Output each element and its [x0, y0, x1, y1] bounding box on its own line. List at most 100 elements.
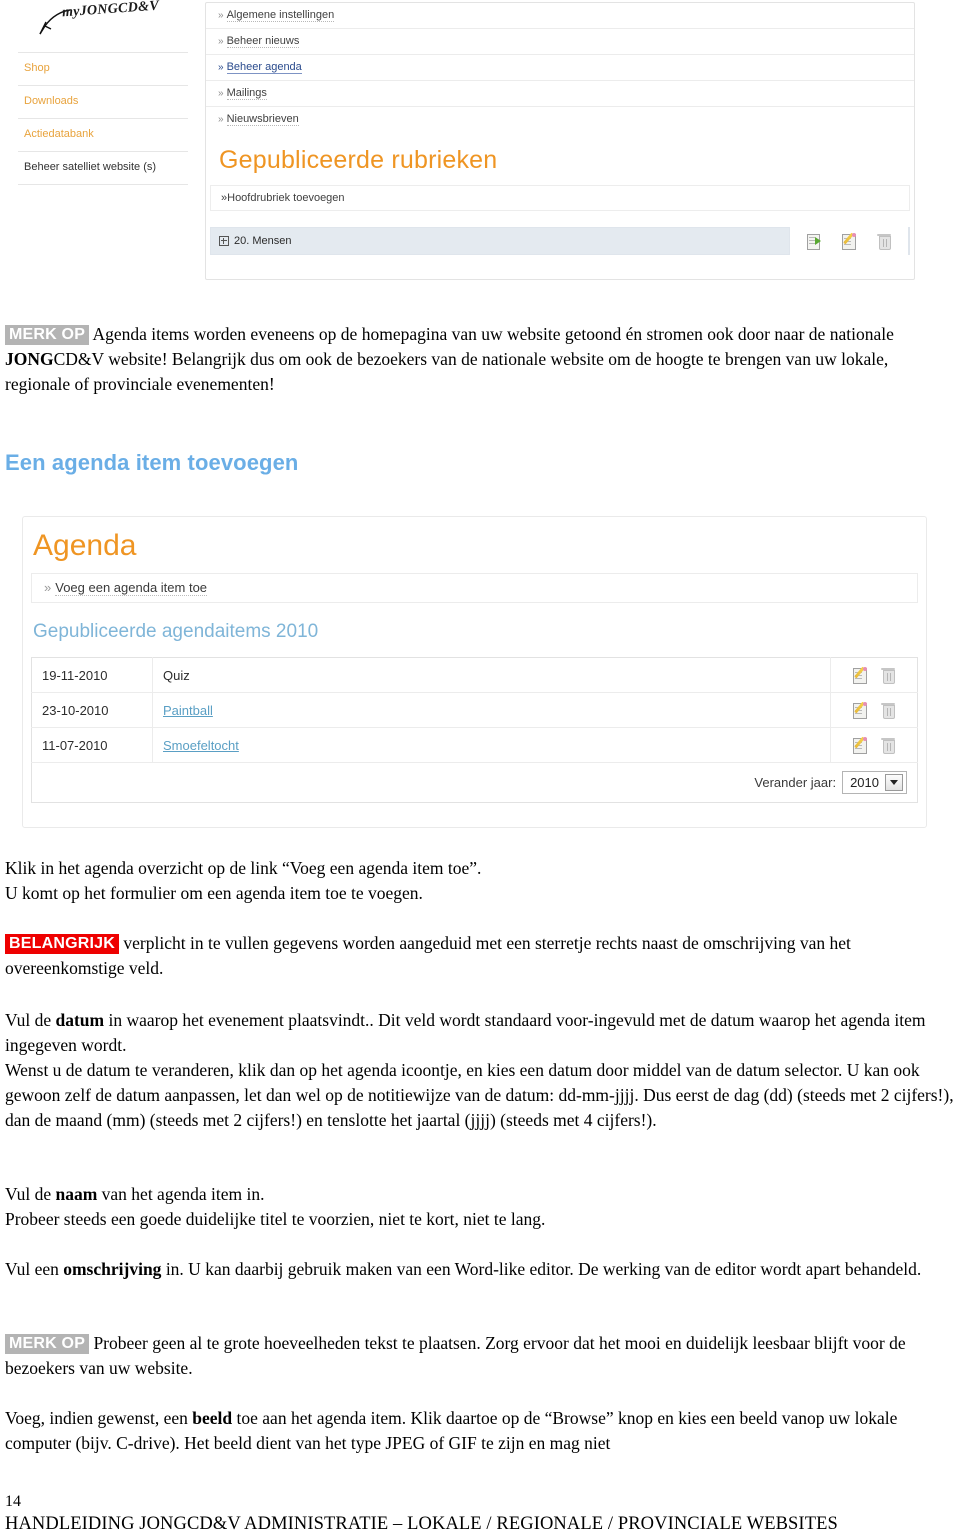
agenda-row-name[interactable]: Paintball [152, 692, 831, 728]
paragraph-datum-line-2: Wenst u de datum te veranderen, klik dan… [5, 1060, 954, 1130]
note-belangrijk: BELANGRIJK verplicht in te vullen gegeve… [5, 931, 955, 981]
chevron-icon: » [44, 580, 52, 595]
cms-sidebar: myJONGCD&V Shop Downloads Actiedatabank … [18, 0, 188, 250]
paragraph-beeld: Voeg, indien gewenst, een beeld toe aan … [5, 1406, 955, 1456]
footer-doc-title: HANDLEIDING JONGCD&V ADMINISTRATIE – LOK… [5, 1514, 838, 1534]
paragraph-naam-line-2: Probeer steeds een goede duidelijke tite… [5, 1209, 546, 1229]
sidebar-item-label: Downloads [24, 94, 79, 107]
status-badge-merk-op: MERK OP [5, 1334, 90, 1354]
status-badge-belangrijk: BELANGRIJK [5, 934, 120, 954]
paragraph-naam-bold: naam [55, 1184, 98, 1204]
sidebar-item-actiedatabank[interactable]: Actiedatabank [18, 117, 188, 151]
sidebar-item-label: Beheer satelliet website (s) [24, 160, 157, 173]
year-selector: Verander jaar: 2010 [42, 771, 907, 794]
paragraph-omschrijving-pre: Vul een [5, 1259, 64, 1279]
chevron-icon: » [218, 114, 224, 125]
sidebar-item-downloads[interactable]: Downloads [18, 84, 188, 118]
logo-text: myJONGCD&V [61, 0, 160, 21]
note-belangrijk-text: verplicht in te vullen gegevens worden a… [5, 933, 851, 978]
expand-plus-icon[interactable] [219, 236, 229, 247]
nav-item-algemene-instellingen[interactable]: » Algemene instellingen [206, 3, 914, 29]
nav-item-label: Nieuwsbrieven [226, 113, 299, 126]
cms-screenshot-top: myJONGCD&V Shop Downloads Actiedatabank … [0, 0, 960, 290]
paragraph-naam: Vul de naam van het agenda item in. Prob… [5, 1182, 955, 1232]
paragraph-omschrijving-bold: omschrijving [63, 1259, 162, 1279]
paragraph-beeld-bold: beeld [192, 1408, 233, 1428]
paragraph-klik-line-2: U komt op het formulier om een agenda it… [5, 883, 423, 903]
note-bottom-text: Probeer geen al te grote hoeveelheden te… [5, 1333, 906, 1378]
nav-item-mailings[interactable]: » Mailings [206, 81, 914, 107]
paragraph-klik-line-1: Klik in het agenda overzicht op de link … [5, 858, 482, 878]
paragraph-datum-post: in waarop het evenement plaatsvindt.. Di… [5, 1010, 926, 1055]
nav-item-label: Algemene instellingen [226, 9, 335, 22]
year-dropdown-value: 2010 [850, 775, 879, 790]
nav-item-beheer-agenda[interactable]: » Beheer agenda [206, 55, 914, 81]
rubriek-row-label: 20. Mensen [234, 235, 292, 247]
edit-icon[interactable] [852, 666, 868, 685]
paragraph-datum-pre: Vul de [5, 1010, 56, 1030]
agenda-subtitle: Gepubliceerde agendaitems 2010 [33, 621, 319, 642]
delete-icon[interactable] [881, 737, 896, 755]
agenda-row-name-link[interactable]: Smoefeltocht [163, 738, 239, 753]
delete-icon[interactable] [881, 702, 896, 720]
agenda-row-name[interactable]: Quiz [152, 657, 831, 693]
table-row[interactable]: 19-11-2010 Quiz [31, 657, 918, 693]
paragraph-naam-pre: Vul de [5, 1184, 56, 1204]
paragraph-datum-bold: datum [55, 1010, 105, 1030]
paragraph-omschrijving: Vul een omschrijving in. U kan daarbij g… [5, 1257, 955, 1282]
sidebar-item-shop[interactable]: Shop [18, 52, 188, 85]
page-footer: 14 HANDLEIDING JONGCD&V ADMINISTRATIE – … [5, 1491, 955, 1536]
delete-icon[interactable] [877, 233, 891, 250]
delete-icon[interactable] [881, 667, 896, 685]
edit-icon[interactable] [852, 701, 868, 720]
table-row[interactable]: 23-10-2010 Paintball [31, 692, 918, 728]
note-text-part-2: CD&V website! Belangrijk dus om ook de b… [5, 349, 889, 394]
publish-icon[interactable] [807, 233, 822, 250]
note-text-part-1: Agenda items worden eveneens op de homep… [89, 324, 894, 344]
nav-item-nieuwsbrieven[interactable]: » Nieuwsbrieven [206, 107, 914, 132]
nav-item-beheer-nieuws[interactable]: » Beheer nieuws [206, 29, 914, 55]
nav-item-label: Beheer nieuws [226, 35, 300, 48]
chevron-icon: » [218, 36, 224, 47]
agenda-items-table: 19-11-2010 Quiz 23-10-2010 Paintball 11-… [31, 657, 918, 803]
add-agenda-item-label: Voeg een agenda item toe [55, 580, 208, 596]
chevron-icon: » [218, 10, 224, 21]
section-title-gepubliceerde-rubrieken: Gepubliceerde rubrieken [219, 146, 498, 174]
agenda-row-date: 23-10-2010 [31, 692, 153, 728]
agenda-row-name-text: Quiz [163, 667, 190, 683]
edit-icon[interactable] [852, 736, 868, 755]
add-agenda-item-link[interactable]: » Voeg een agenda item toe [31, 573, 918, 603]
table-footer-row: Verander jaar: 2010 [32, 763, 918, 803]
sidebar-item-label: Actiedatabank [24, 127, 94, 140]
agenda-row-actions [830, 657, 918, 693]
note-merk-op-top: MERK OP Agenda items worden eveneens op … [5, 322, 955, 397]
rubriek-row-mensen[interactable]: 20. Mensen [210, 227, 910, 255]
agenda-row-name[interactable]: Smoefeltocht [152, 727, 831, 763]
agenda-row-name-link[interactable]: Paintball [163, 703, 213, 718]
sidebar-item-beheer-satelliet-website[interactable]: Beheer satelliet website (s) [18, 150, 188, 185]
add-hoofdrubriek-link[interactable]: »Hoofdrubriek toevoegen [210, 185, 910, 211]
chevron-down-icon[interactable] [885, 774, 903, 791]
add-hoofdrubriek-label: Hoofdrubriek toevoegen [227, 192, 345, 204]
agenda-title: Agenda [33, 529, 137, 562]
chevron-icon: » [218, 62, 224, 73]
chevron-icon: » [218, 88, 224, 99]
sidebar-item-label: Shop [24, 62, 50, 74]
paragraph-naam-post: van het agenda item in. [97, 1184, 265, 1204]
note-merk-op-bottom: MERK OP Probeer geen al te grote hoeveel… [5, 1331, 955, 1381]
agenda-screenshot: Agenda » Voeg een agenda item toe Gepubli… [22, 516, 927, 828]
year-dropdown[interactable]: 2010 [842, 771, 907, 794]
table-row[interactable]: 11-07-2010 Smoefeltocht [31, 727, 918, 763]
rubriek-row-actions [789, 227, 909, 255]
cms-main-panel: » Algemene instellingen » Beheer nieuws » B… [205, 2, 915, 280]
paragraph-datum: Vul de datum in waarop het evenement pla… [5, 1008, 955, 1133]
year-selector-cell: Verander jaar: 2010 [32, 763, 918, 803]
page-heading-een-agenda-item-toevoegen: Een agenda item toevoegen [5, 450, 299, 475]
edit-icon[interactable] [842, 232, 857, 250]
agenda-row-actions [830, 727, 918, 763]
nav-item-label: Beheer agenda [226, 61, 302, 74]
page-number: 14 [5, 1493, 21, 1510]
nav-item-label: Mailings [226, 87, 267, 100]
paragraph-klik: Klik in het agenda overzicht op de link … [5, 856, 955, 906]
agenda-row-date: 19-11-2010 [31, 657, 153, 693]
